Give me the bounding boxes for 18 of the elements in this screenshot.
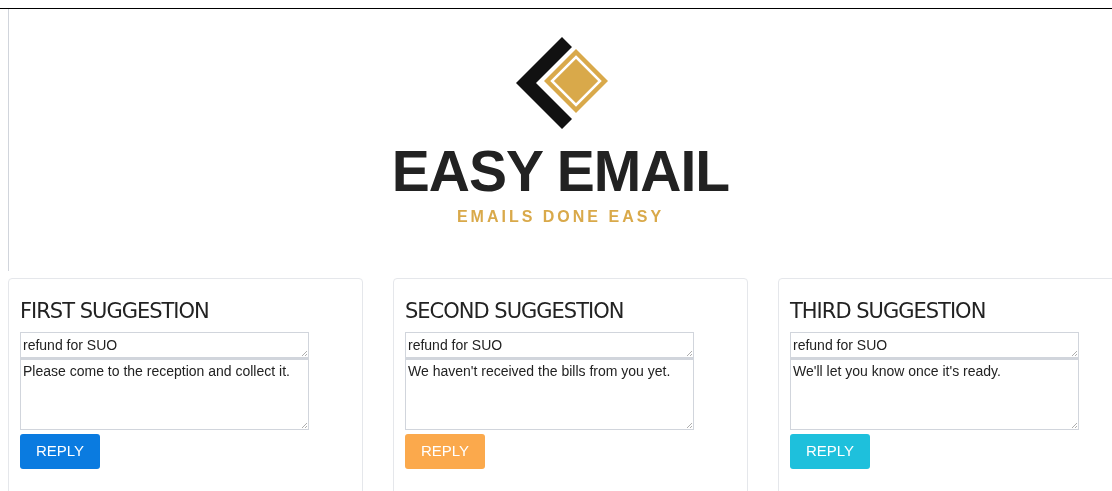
- subject-field[interactable]: refund for SUO: [20, 332, 309, 358]
- resize-grip-icon[interactable]: [301, 350, 307, 356]
- message-field[interactable]: Please come to the reception and collect it.: [20, 358, 309, 430]
- card-heading: FIRST SUGGESTION: [20, 298, 210, 324]
- resize-grip-icon[interactable]: [1071, 350, 1077, 356]
- message-field[interactable]: We haven't received the bills from you yet.: [405, 358, 694, 430]
- subject-field[interactable]: refund for SUO: [790, 332, 1079, 358]
- resize-grip-icon[interactable]: [686, 422, 692, 428]
- card-heading: THIRD SUGGESTION: [790, 298, 987, 324]
- reply-button[interactable]: REPLY: [20, 434, 100, 469]
- resize-grip-icon[interactable]: [686, 350, 692, 356]
- message-field[interactable]: We'll let you know once it's ready.: [790, 358, 1079, 430]
- logo-title: EASY EMAIL: [391, 141, 730, 201]
- subject-field[interactable]: refund for SUO: [405, 332, 694, 358]
- logo-tagline: EMAILS DONE EASY: [456, 207, 665, 227]
- card-heading: SECOND SUGGESTION: [405, 298, 625, 324]
- resize-grip-icon[interactable]: [1071, 422, 1077, 428]
- resize-grip-icon[interactable]: [301, 422, 307, 428]
